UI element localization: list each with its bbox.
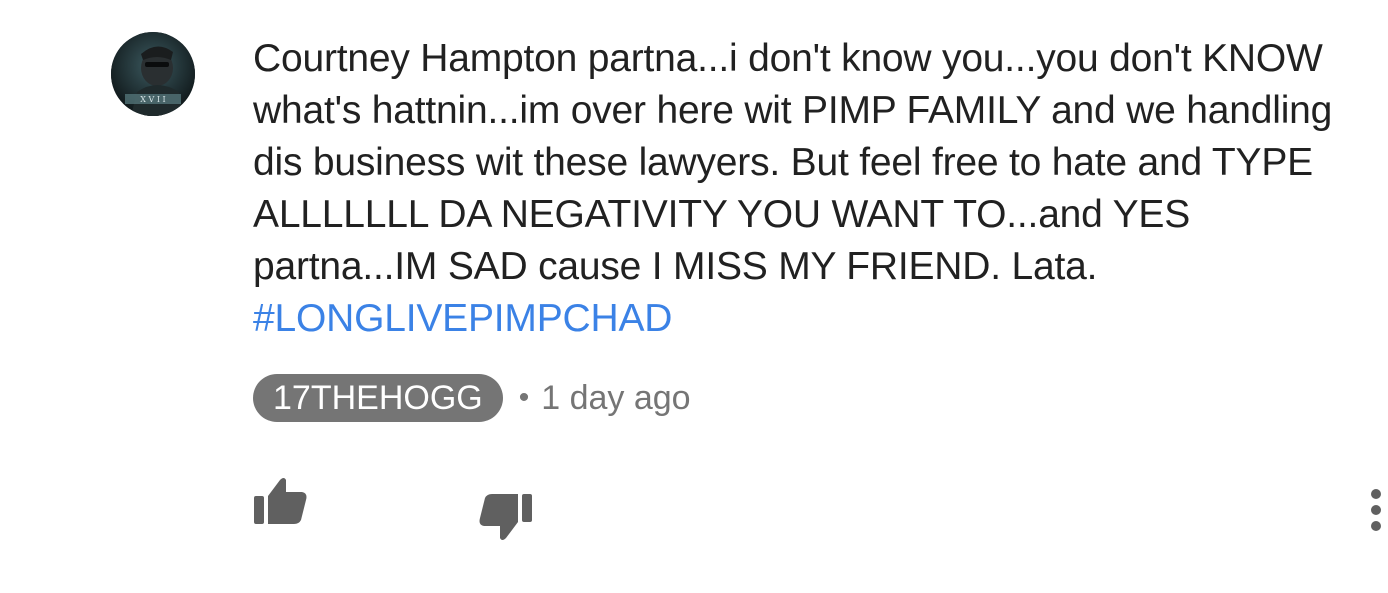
comment-body: Courtney Hampton partna...i don't know y… <box>253 37 1333 288</box>
comment-timestamp: 1 day ago <box>541 378 691 417</box>
more-vertical-icon <box>1371 489 1381 531</box>
svg-text:X V I I: X V I I <box>140 95 165 104</box>
meta-separator: • <box>518 381 530 414</box>
like-button[interactable] <box>250 474 310 530</box>
comment-text: Courtney Hampton partna...i don't know y… <box>253 33 1378 345</box>
thumbs-down-icon <box>479 494 532 540</box>
comment-meta: 17THEHOGG • 1 day ago <box>253 374 691 422</box>
more-options-button[interactable] <box>1362 484 1388 540</box>
user-avatar[interactable]: X V I I <box>111 32 195 116</box>
author-name-chip[interactable]: 17THEHOGG <box>253 374 503 422</box>
dislike-button[interactable] <box>476 490 536 546</box>
avatar-image: X V I I <box>111 32 195 116</box>
hashtag-link[interactable]: #LONGLIVEPIMPCHAD <box>253 297 672 340</box>
thumbs-up-icon <box>254 478 307 524</box>
comment-item: X V I I Courtney Hampton partna...i don'… <box>0 0 1388 593</box>
